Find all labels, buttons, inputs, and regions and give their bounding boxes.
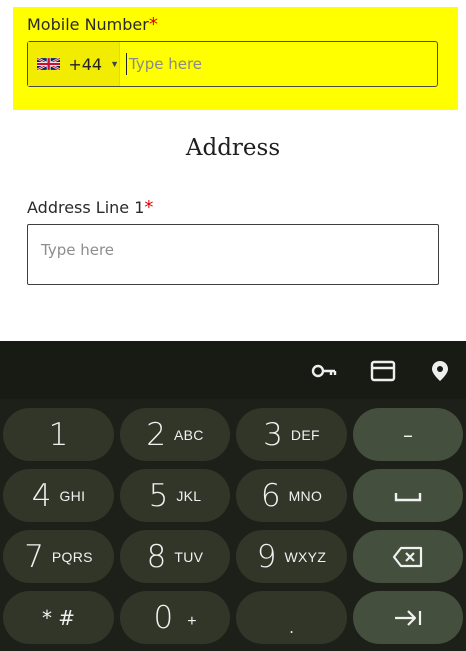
key-1[interactable]: 1 [3,408,114,461]
key-period[interactable]: . [236,591,347,644]
mobile-number-input[interactable]: +44 ▼ Type here [27,41,438,87]
key-icon[interactable] [311,360,337,382]
country-code-dropdown[interactable]: +44 ▼ [28,42,120,86]
key-0[interactable]: 0 + [120,591,230,644]
key-star-hash[interactable]: * # [3,591,114,644]
key-minus[interactable]: – [353,408,463,461]
key-3[interactable]: 3 DEF [236,408,347,461]
keyboard-toolbar [0,341,466,399]
key-6[interactable]: 6 MNO [236,469,347,522]
required-asterisk: * [144,197,154,218]
location-pin-icon[interactable] [427,360,453,382]
mobile-number-placeholder: Type here [126,53,202,75]
credit-card-icon[interactable] [370,360,396,382]
key-7[interactable]: 7 PQRS [3,530,114,583]
key-tab[interactable] [353,591,463,644]
required-asterisk: * [148,14,158,35]
key-2[interactable]: 2 ABC [120,408,230,461]
key-space[interactable] [353,469,463,522]
address-heading: Address [185,135,281,161]
uk-flag-icon [37,57,61,71]
mobile-number-section: Mobile Number* +44 ▼ Type here [13,7,458,110]
mobile-number-label: Mobile Number* [27,14,158,35]
key-5[interactable]: 5 JKL [120,469,230,522]
numeric-keyboard: 1 2 ABC 3 DEF – 4 GHI 5 JKL 6 MNO 7 PQRS 8 TUV … [0,341,466,651]
key-4[interactable]: 4 GHI [3,469,114,522]
country-code: +44 [68,54,103,74]
address-line1-input[interactable]: Type here [27,224,439,285]
address-line1-label: Address Line 1* [27,197,154,218]
key-9[interactable]: 9 WXYZ [236,530,347,583]
caret-down-icon: ▼ [110,59,119,69]
key-8[interactable]: 8 TUV [120,530,230,583]
space-icon [394,492,422,501]
key-backspace[interactable] [353,530,463,583]
tab-icon [395,609,422,626]
backspace-icon [392,546,423,567]
address-line1-placeholder: Type here [41,241,115,259]
